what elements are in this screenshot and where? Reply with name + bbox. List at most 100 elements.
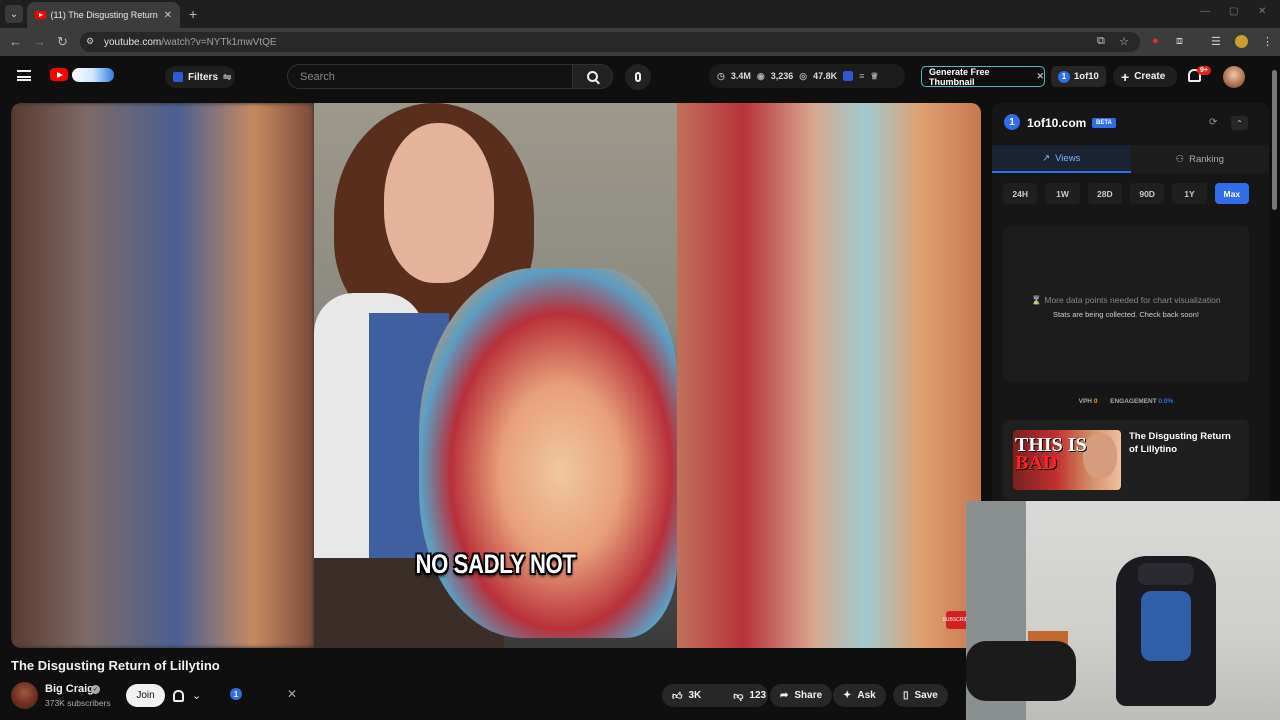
range-1w[interactable]: 1W: [1045, 183, 1080, 204]
forward-icon[interactable]: →: [33, 34, 46, 49]
browser-tab[interactable]: (11) The Disgusting Return of Lillytino …: [27, 2, 180, 28]
window-close-icon[interactable]: ✕: [1258, 6, 1266, 17]
bookmark-star-icon[interactable]: ☆: [1119, 35, 1129, 48]
plus-icon: +: [1121, 68, 1130, 85]
engagement-value: 0.0%: [1158, 398, 1174, 405]
search-button[interactable]: [573, 64, 613, 89]
range-24h[interactable]: 24H: [1003, 183, 1038, 204]
share-button[interactable]: ➦ Share: [770, 684, 833, 707]
dislike-button[interactable]: 👎︎ 123: [723, 684, 776, 707]
extension-badge-icon[interactable]: [843, 71, 854, 81]
stat-other: 47.8K: [813, 71, 838, 81]
stat-views: 3.4M: [730, 71, 751, 81]
oneof10-mini-icon[interactable]: 1: [230, 688, 242, 700]
hourglass-icon: ⌛: [1031, 295, 1042, 305]
dislike-count: 123: [749, 690, 767, 701]
guide-menu-icon[interactable]: [17, 70, 31, 81]
collapse-chevron-icon[interactable]: ⌃: [1231, 116, 1248, 130]
thumbs-up-icon: 👍︎: [672, 690, 683, 702]
create-button[interactable]: + Create: [1113, 66, 1177, 87]
generate-thumbnail-label: Generate Free Thumbnail: [929, 66, 990, 87]
page-scrollbar[interactable]: [1272, 70, 1277, 210]
install-icon[interactable]: ⧉: [1097, 35, 1105, 48]
video-thumbnail[interactable]: THIS IS BAD: [1013, 430, 1121, 490]
join-button[interactable]: Join: [126, 684, 165, 707]
thumbnail-line-2: BAD: [1015, 452, 1058, 474]
youtube-favicon-icon: [35, 11, 46, 19]
clock-icon: ◷: [717, 70, 725, 81]
extension-badge-icon: [173, 72, 183, 82]
channel-avatar[interactable]: [11, 682, 38, 709]
oneof10-logo-icon: 1: [1004, 114, 1020, 130]
oneof10-label: 1of10: [1074, 71, 1099, 82]
share-arrow-icon: ➦: [780, 690, 789, 701]
range-90d[interactable]: 90D: [1129, 183, 1165, 204]
save-label: Save: [914, 690, 938, 701]
tab-ranking-label: Ranking: [1189, 153, 1224, 165]
ask-button[interactable]: ✦ Ask: [833, 684, 886, 707]
panel-title[interactable]: 1of10.com: [1027, 116, 1086, 130]
media-controls-icon[interactable]: ☰: [1211, 35, 1221, 48]
url-text[interactable]: youtube.com/watch?v=NYTk1mwVtQE: [104, 37, 277, 48]
dismiss-icon[interactable]: ✕: [287, 687, 297, 701]
text-lines-icon[interactable]: ≡: [859, 71, 864, 81]
eye-icon: ◉: [756, 70, 765, 81]
oneof10-logo-icon: 1: [1058, 70, 1070, 83]
video-player[interactable]: NO SADLY NOT SUBSCRIBE: [11, 103, 981, 648]
back-icon[interactable]: ←: [9, 34, 22, 49]
minimize-icon[interactable]: —: [1200, 6, 1210, 17]
browser-menu-icon[interactable]: ⋮: [1262, 35, 1273, 48]
voice-search-button[interactable]: [625, 64, 651, 90]
oneof10-button[interactable]: 1 1of10: [1051, 66, 1106, 87]
tab-ranking[interactable]: ⚇ Ranking: [1131, 145, 1270, 173]
range-max[interactable]: Max: [1214, 183, 1249, 204]
verified-check-icon: ✓: [91, 685, 100, 694]
microphone-arm: [966, 641, 1076, 701]
refresh-icon[interactable]: ⟳: [1209, 117, 1217, 128]
bookmark-icon: ▯: [903, 690, 909, 701]
extensions-puzzle-icon[interactable]: ⧈: [1176, 35, 1183, 48]
filters-button[interactable]: Filters ⇋: [165, 66, 235, 88]
beta-badge: BETA: [1092, 118, 1116, 128]
card-video-title[interactable]: The Disgusting Return of Lillytino: [1129, 430, 1241, 456]
profile-avatar-icon[interactable]: [1235, 35, 1248, 48]
anatomy-model: [419, 268, 677, 638]
video-title: The Disgusting Return of Lillytino: [11, 658, 220, 673]
youtube-logo-icon[interactable]: [50, 68, 68, 81]
reload-icon[interactable]: ↻: [57, 34, 68, 50]
maximize-icon[interactable]: ▢: [1229, 6, 1238, 17]
eye-outline-icon: ◎: [799, 70, 808, 81]
chevron-down-icon: ⌄: [192, 690, 202, 702]
tab-search-icon[interactable]: ⌄: [5, 5, 23, 23]
like-button[interactable]: 👍︎ 3K: [662, 684, 711, 707]
close-icon[interactable]: ✕: [1036, 71, 1044, 82]
chart-subtext: Stats are being collected. Check back so…: [1053, 310, 1199, 319]
save-button[interactable]: ▯ Save: [893, 684, 948, 707]
tab-views[interactable]: ↗ Views: [992, 145, 1131, 173]
range-1y[interactable]: 1Y: [1172, 183, 1207, 204]
custom-logo-art[interactable]: [72, 68, 114, 82]
trophy-icon[interactable]: ♕: [870, 71, 878, 82]
gaming-chair-panel: [1141, 591, 1191, 661]
tab-title: (11) The Disgusting Return of Lillytino: [50, 10, 158, 20]
thumbnail-text: THIS IS BAD: [1015, 435, 1087, 474]
gaming-chair-headrest: [1138, 563, 1194, 585]
engagement-label: ENGAGEMENT: [1110, 398, 1157, 405]
search-icon: [587, 71, 598, 82]
search-input[interactable]: Search: [287, 64, 573, 89]
new-tab-icon[interactable]: +: [189, 6, 197, 22]
webcam-overlay: [966, 501, 1280, 720]
sparkle-icon: ✦: [843, 690, 852, 701]
generate-thumbnail-button[interactable]: Generate Free Thumbnail ✕: [921, 66, 1045, 87]
channel-name[interactable]: Big Craig: [45, 683, 94, 695]
range-28d[interactable]: 28D: [1087, 183, 1122, 204]
site-info-icon[interactable]: ⚙: [86, 36, 94, 47]
metrics-row: VPH 0 ENGAGEMENT 0.0%: [1003, 398, 1249, 405]
subscription-bell-button[interactable]: ⌄: [173, 684, 219, 707]
extension-red-icon[interactable]: ●: [1152, 35, 1159, 47]
tab-close-icon[interactable]: ✕: [164, 10, 172, 21]
account-avatar[interactable]: [1223, 66, 1245, 88]
thumbs-down-icon: 👎︎: [733, 690, 744, 702]
vph-label: VPH: [1078, 398, 1093, 405]
thumbnail-face: [1083, 434, 1117, 478]
